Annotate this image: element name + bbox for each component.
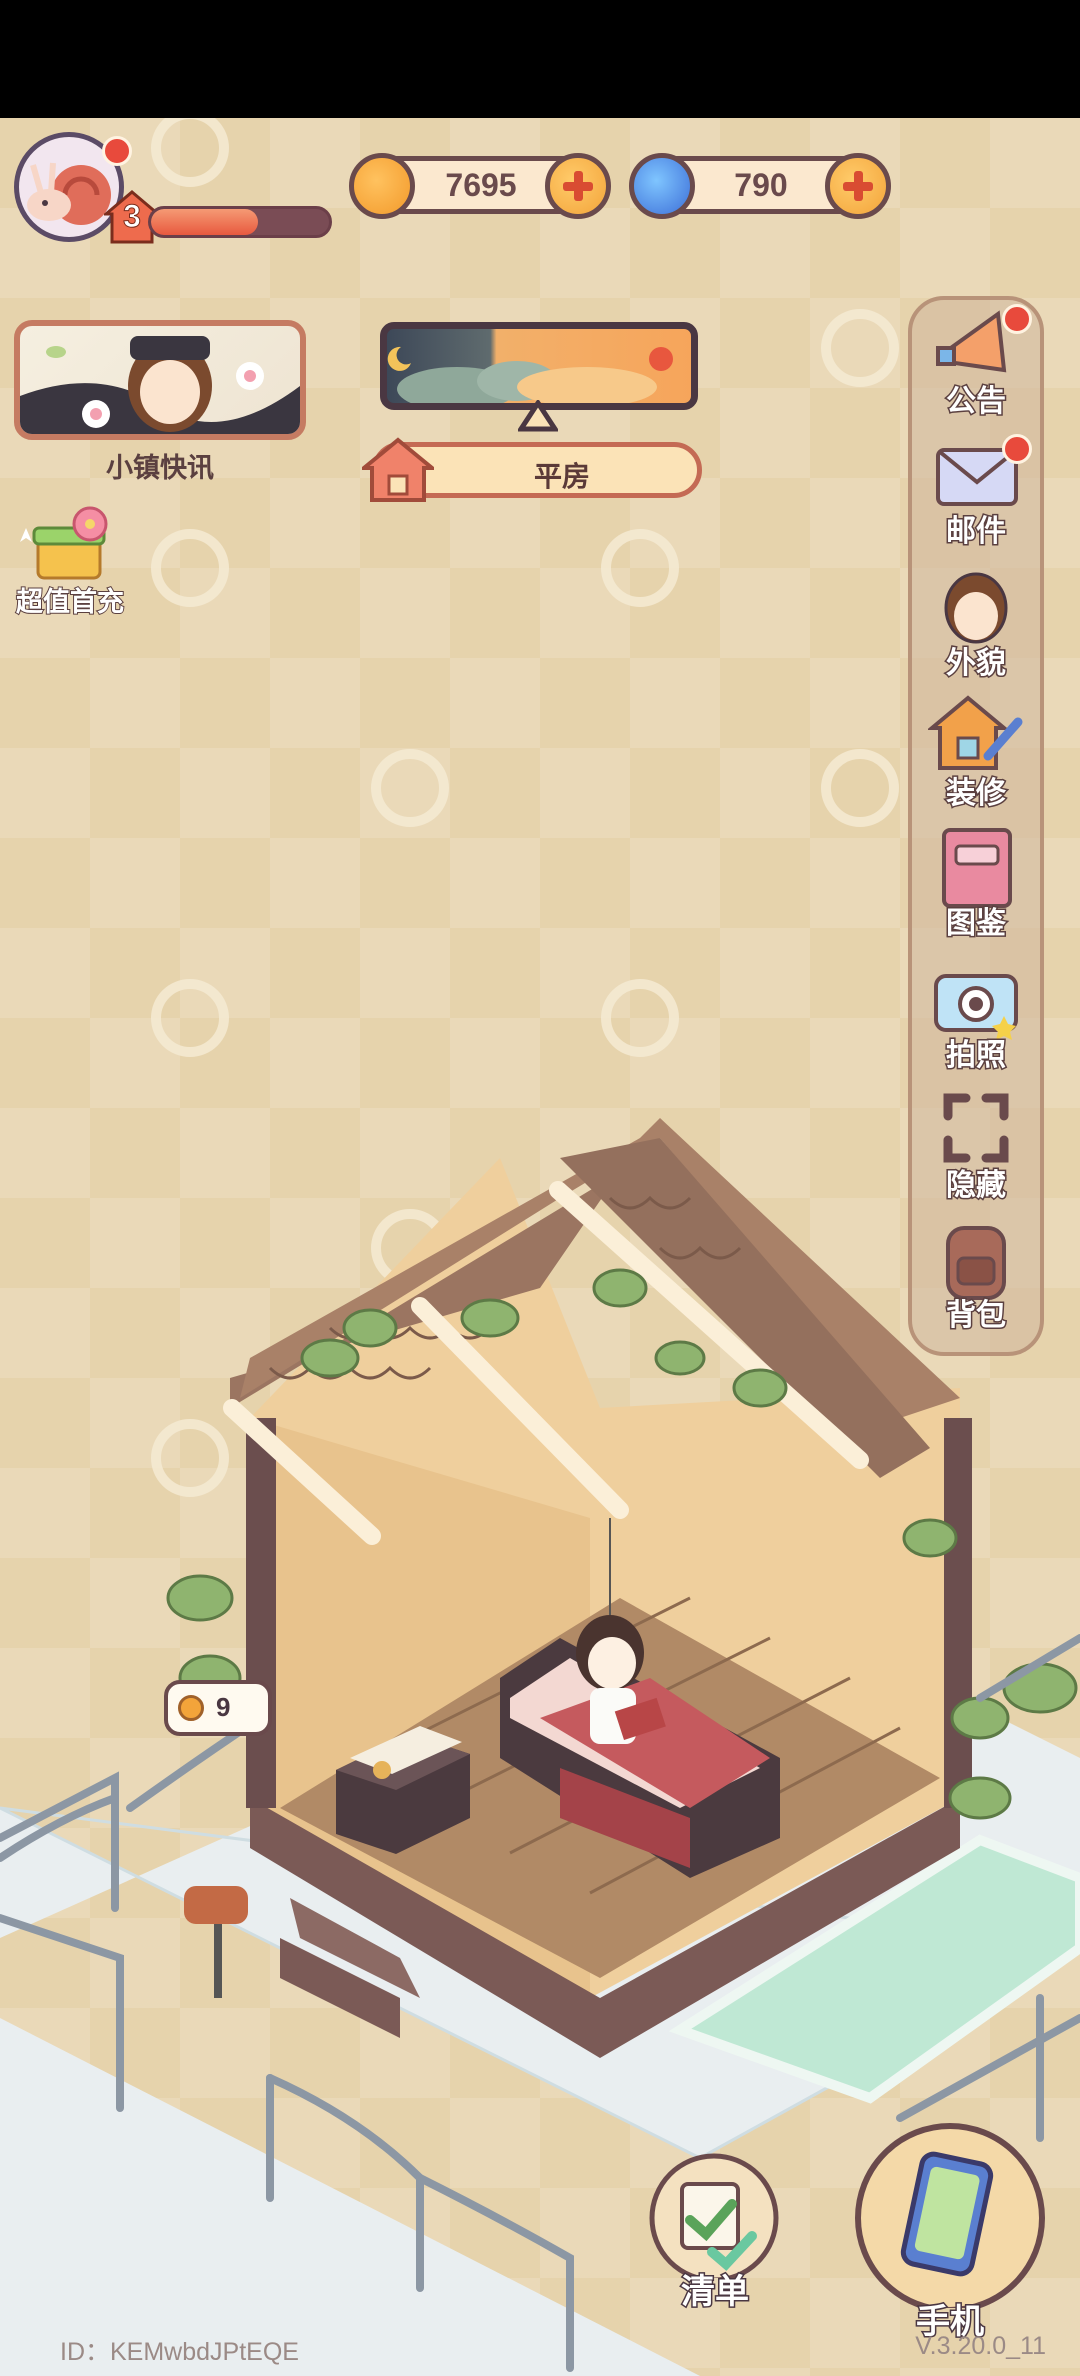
phone-button[interactable]: 手机 (850, 2118, 1050, 2344)
moon-icon (387, 346, 411, 371)
gem-amount: 790 (734, 167, 788, 203)
checklist-label: 清单 (680, 2271, 751, 2314)
game-version: V.3.20.0_11 (915, 2332, 1046, 2360)
sidebar-label-announcement: 公告 (945, 383, 1008, 421)
xp-bar (148, 206, 332, 238)
mailbox-bubble[interactable]: 9 (164, 1680, 272, 1736)
mail-badge (1002, 434, 1032, 464)
avatar-face-icon (944, 572, 1008, 644)
coin-icon (178, 1695, 204, 1721)
sidebar-label-hide: 隐藏 (945, 1167, 1008, 1205)
album-icon (942, 828, 1012, 908)
coin-icon (349, 153, 415, 219)
sidebar-item-backpack[interactable]: 背包 (910, 1214, 1042, 1340)
hide-frame-icon (943, 1093, 1009, 1163)
announcement-badge (1002, 304, 1032, 334)
gift-icon[interactable] (14, 498, 124, 588)
mailbox[interactable] (184, 1886, 248, 1924)
sidebar-label-album: 图鉴 (945, 905, 1008, 943)
weather-art (387, 346, 673, 403)
sidebar-item-hide[interactable]: 隐藏 (910, 1084, 1042, 1210)
sidebar-label-backpack: 背包 (945, 1297, 1008, 1335)
day-night-bar (380, 322, 698, 410)
sidebar-item-album[interactable]: 图鉴 (910, 822, 1042, 948)
house-icon (362, 437, 434, 502)
game-stage[interactable]: 9 3 7695 790 小镇快讯 平房 超值首充 公告 邮件 外貌 装修 图鉴… (0, 118, 1080, 2376)
sidebar-label-photo: 拍照 (945, 1037, 1008, 1075)
sidebar-label-decorate: 装修 (945, 775, 1008, 813)
camera-icon (934, 974, 1018, 1040)
sidebar-item-photo[interactable]: 拍照 (910, 954, 1042, 1080)
add-gems-button[interactable] (825, 153, 891, 219)
sidebar-label-mail: 邮件 (945, 513, 1008, 551)
avatar-notification-dot (102, 136, 132, 166)
swirl-gem-icon (629, 153, 695, 219)
mailbox-count: 9 (216, 1692, 231, 1722)
house-wrench-icon (928, 695, 1023, 770)
backpack-icon (946, 1226, 1006, 1300)
gem-counter: 790 (629, 153, 891, 219)
add-coins-button[interactable] (545, 153, 611, 219)
coin-counter: 7695 (349, 153, 611, 219)
sun-icon (649, 347, 673, 371)
sidebar-item-decorate[interactable]: 装修 (910, 692, 1042, 818)
sidebar-label-appearance: 外貌 (945, 645, 1008, 683)
coin-amount: 7695 (445, 167, 517, 203)
town-news-card[interactable] (14, 320, 306, 440)
checklist-icon (649, 2153, 779, 2283)
house-type: 平房 (533, 460, 590, 493)
news-banner-art (20, 336, 300, 434)
player-id: ID：KEMwbdJPtEQE (60, 2338, 299, 2366)
town-news-label: 小镇快讯 (106, 453, 214, 484)
first-recharge-label: 超值首充 (15, 586, 125, 619)
checklist-button[interactable]: 清单 (640, 2148, 790, 2314)
phone-icon (855, 2123, 1045, 2313)
xp-bar-fill (151, 209, 258, 235)
time-pointer-icon (518, 400, 558, 432)
sidebar-item-appearance[interactable]: 外貌 (910, 562, 1042, 688)
